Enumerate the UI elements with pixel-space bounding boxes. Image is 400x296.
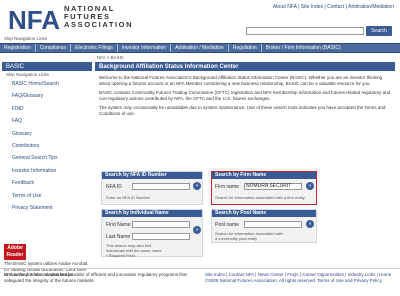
- nav-electronic-filings[interactable]: Electronic Filings: [71, 44, 118, 52]
- last-name-label: Last Name: [106, 234, 131, 240]
- individual-search-panel: Search by Individual Name First Name Las…: [101, 209, 203, 258]
- logo-subtitle: NATIONAL FUTURES ASSOCIATION: [64, 4, 134, 29]
- firm-name-panel-title: Search by Firm Name: [212, 172, 316, 179]
- nfa-id-label: NFA ID: [106, 184, 122, 190]
- firm-name-search-panel: Search by Firm Name Firm name NOMURA SEC…: [211, 171, 317, 205]
- nav-registration[interactable]: Registration: [0, 44, 36, 52]
- sidebar-item-feedback[interactable]: Feedback: [2, 177, 92, 189]
- sidebar-item-glossary[interactable]: Glossary: [2, 128, 92, 140]
- contents-paragraph: BASIC contains Commodity Futures Trading…: [99, 90, 391, 101]
- firm-name-go-button[interactable]: »: [306, 182, 314, 190]
- sidebar-item-investor-info[interactable]: Investor Information: [2, 165, 92, 177]
- intro-paragraph: Welcome to the National Futures Associat…: [99, 75, 383, 86]
- site-search-input[interactable]: [246, 27, 364, 35]
- skip-navigation-link[interactable]: Skip Navigation Links: [4, 36, 47, 41]
- site-search-button[interactable]: Search: [366, 26, 392, 36]
- sidebar-item-terms[interactable]: Terms of Use: [2, 190, 92, 202]
- breadcrumb[interactable]: NFA > BASIC: [97, 55, 124, 60]
- pool-name-go-button[interactable]: »: [306, 220, 314, 228]
- nfa-id-go-button[interactable]: »: [193, 182, 201, 190]
- main-content: Background Affiliation Status Informatio…: [95, 62, 395, 117]
- first-name-label: First Name: [106, 222, 131, 228]
- pool-name-panel-title: Search by Pool Name: [212, 210, 316, 217]
- sidebar-item-find[interactable]: FIND: [2, 103, 92, 115]
- nav-regulation[interactable]: Regulation: [229, 44, 262, 52]
- firm-name-hint: Search for information associated with a…: [215, 195, 305, 200]
- sidebar: BASIC Skip Navigation Links BASIC Home/S…: [2, 62, 92, 214]
- nfa-logo[interactable]: NFA: [6, 4, 62, 34]
- pool-name-label: Pool name: [215, 222, 239, 228]
- firm-name-input[interactable]: NOMURA SECURIT: [244, 183, 302, 190]
- required-field-note: * Required Field: [106, 253, 135, 258]
- logo-text: NFA: [8, 5, 60, 34]
- sidebar-item-faq-glossary[interactable]: FAQ/Glossary: [2, 90, 92, 102]
- sidebar-item-search-tips[interactable]: General Search Tips: [2, 152, 92, 164]
- individual-panel-title: Search by Individual Name: [102, 210, 202, 217]
- nfa-id-hint: Enter an NFA ID Number: [106, 195, 151, 200]
- sidebar-item-faq[interactable]: FAQ: [2, 115, 92, 127]
- site-footer: NFA is the premier independent provider …: [0, 268, 400, 296]
- first-name-input[interactable]: [132, 221, 190, 228]
- individual-hint: This search may also find individuals wi…: [106, 243, 162, 253]
- pool-name-hint: Search for information associated with a…: [215, 231, 283, 241]
- nav-arbitration[interactable]: Arbitration / Mediation: [171, 44, 229, 52]
- top-links[interactable]: About NFA | Site Index | Contact | Arbit…: [273, 4, 394, 10]
- nav-compliance[interactable]: Compliance: [36, 44, 72, 52]
- nfa-id-search-panel: Search by NFA ID Number NFA ID » Enter a…: [101, 171, 203, 205]
- firm-name-label: Firm name: [215, 184, 239, 190]
- footer-mission: NFA is the premier independent provider …: [4, 272, 187, 283]
- nav-investor-information[interactable]: Investor Information: [118, 44, 172, 52]
- main-nav: Registration Compliance Electronic Filin…: [0, 43, 400, 53]
- last-name-input[interactable]: [132, 233, 190, 240]
- individual-go-button[interactable]: »: [193, 226, 201, 234]
- adobe-reader-icon[interactable]: Adobe Reader: [4, 244, 26, 260]
- nfa-id-panel-title: Search by NFA ID Number: [102, 172, 202, 179]
- sidebar-item-privacy[interactable]: Privacy Statement: [2, 202, 92, 214]
- pool-name-input[interactable]: [244, 221, 302, 228]
- pool-name-search-panel: Search by Pool Name Pool name » Search f…: [211, 209, 317, 243]
- sidebar-skip-link[interactable]: Skip Navigation Links: [2, 71, 92, 78]
- sidebar-item-home-search[interactable]: BASIC Home/Search: [2, 78, 92, 90]
- footer-links[interactable]: Site Index | Contact NFA | News Center |…: [205, 272, 397, 283]
- sidebar-item-contributors[interactable]: Contributors: [2, 140, 92, 152]
- nav-basic[interactable]: Broker / Firm Information (BASIC): [262, 44, 345, 52]
- terms-paragraph: The system may occasionally be unavailab…: [99, 105, 386, 116]
- nfa-id-input[interactable]: [132, 183, 190, 190]
- page-title: Background Affiliation Status Informatio…: [95, 62, 395, 71]
- site-header: NFA NATIONAL FUTURES ASSOCIATION About N…: [0, 0, 400, 41]
- sidebar-title: BASIC: [2, 62, 92, 71]
